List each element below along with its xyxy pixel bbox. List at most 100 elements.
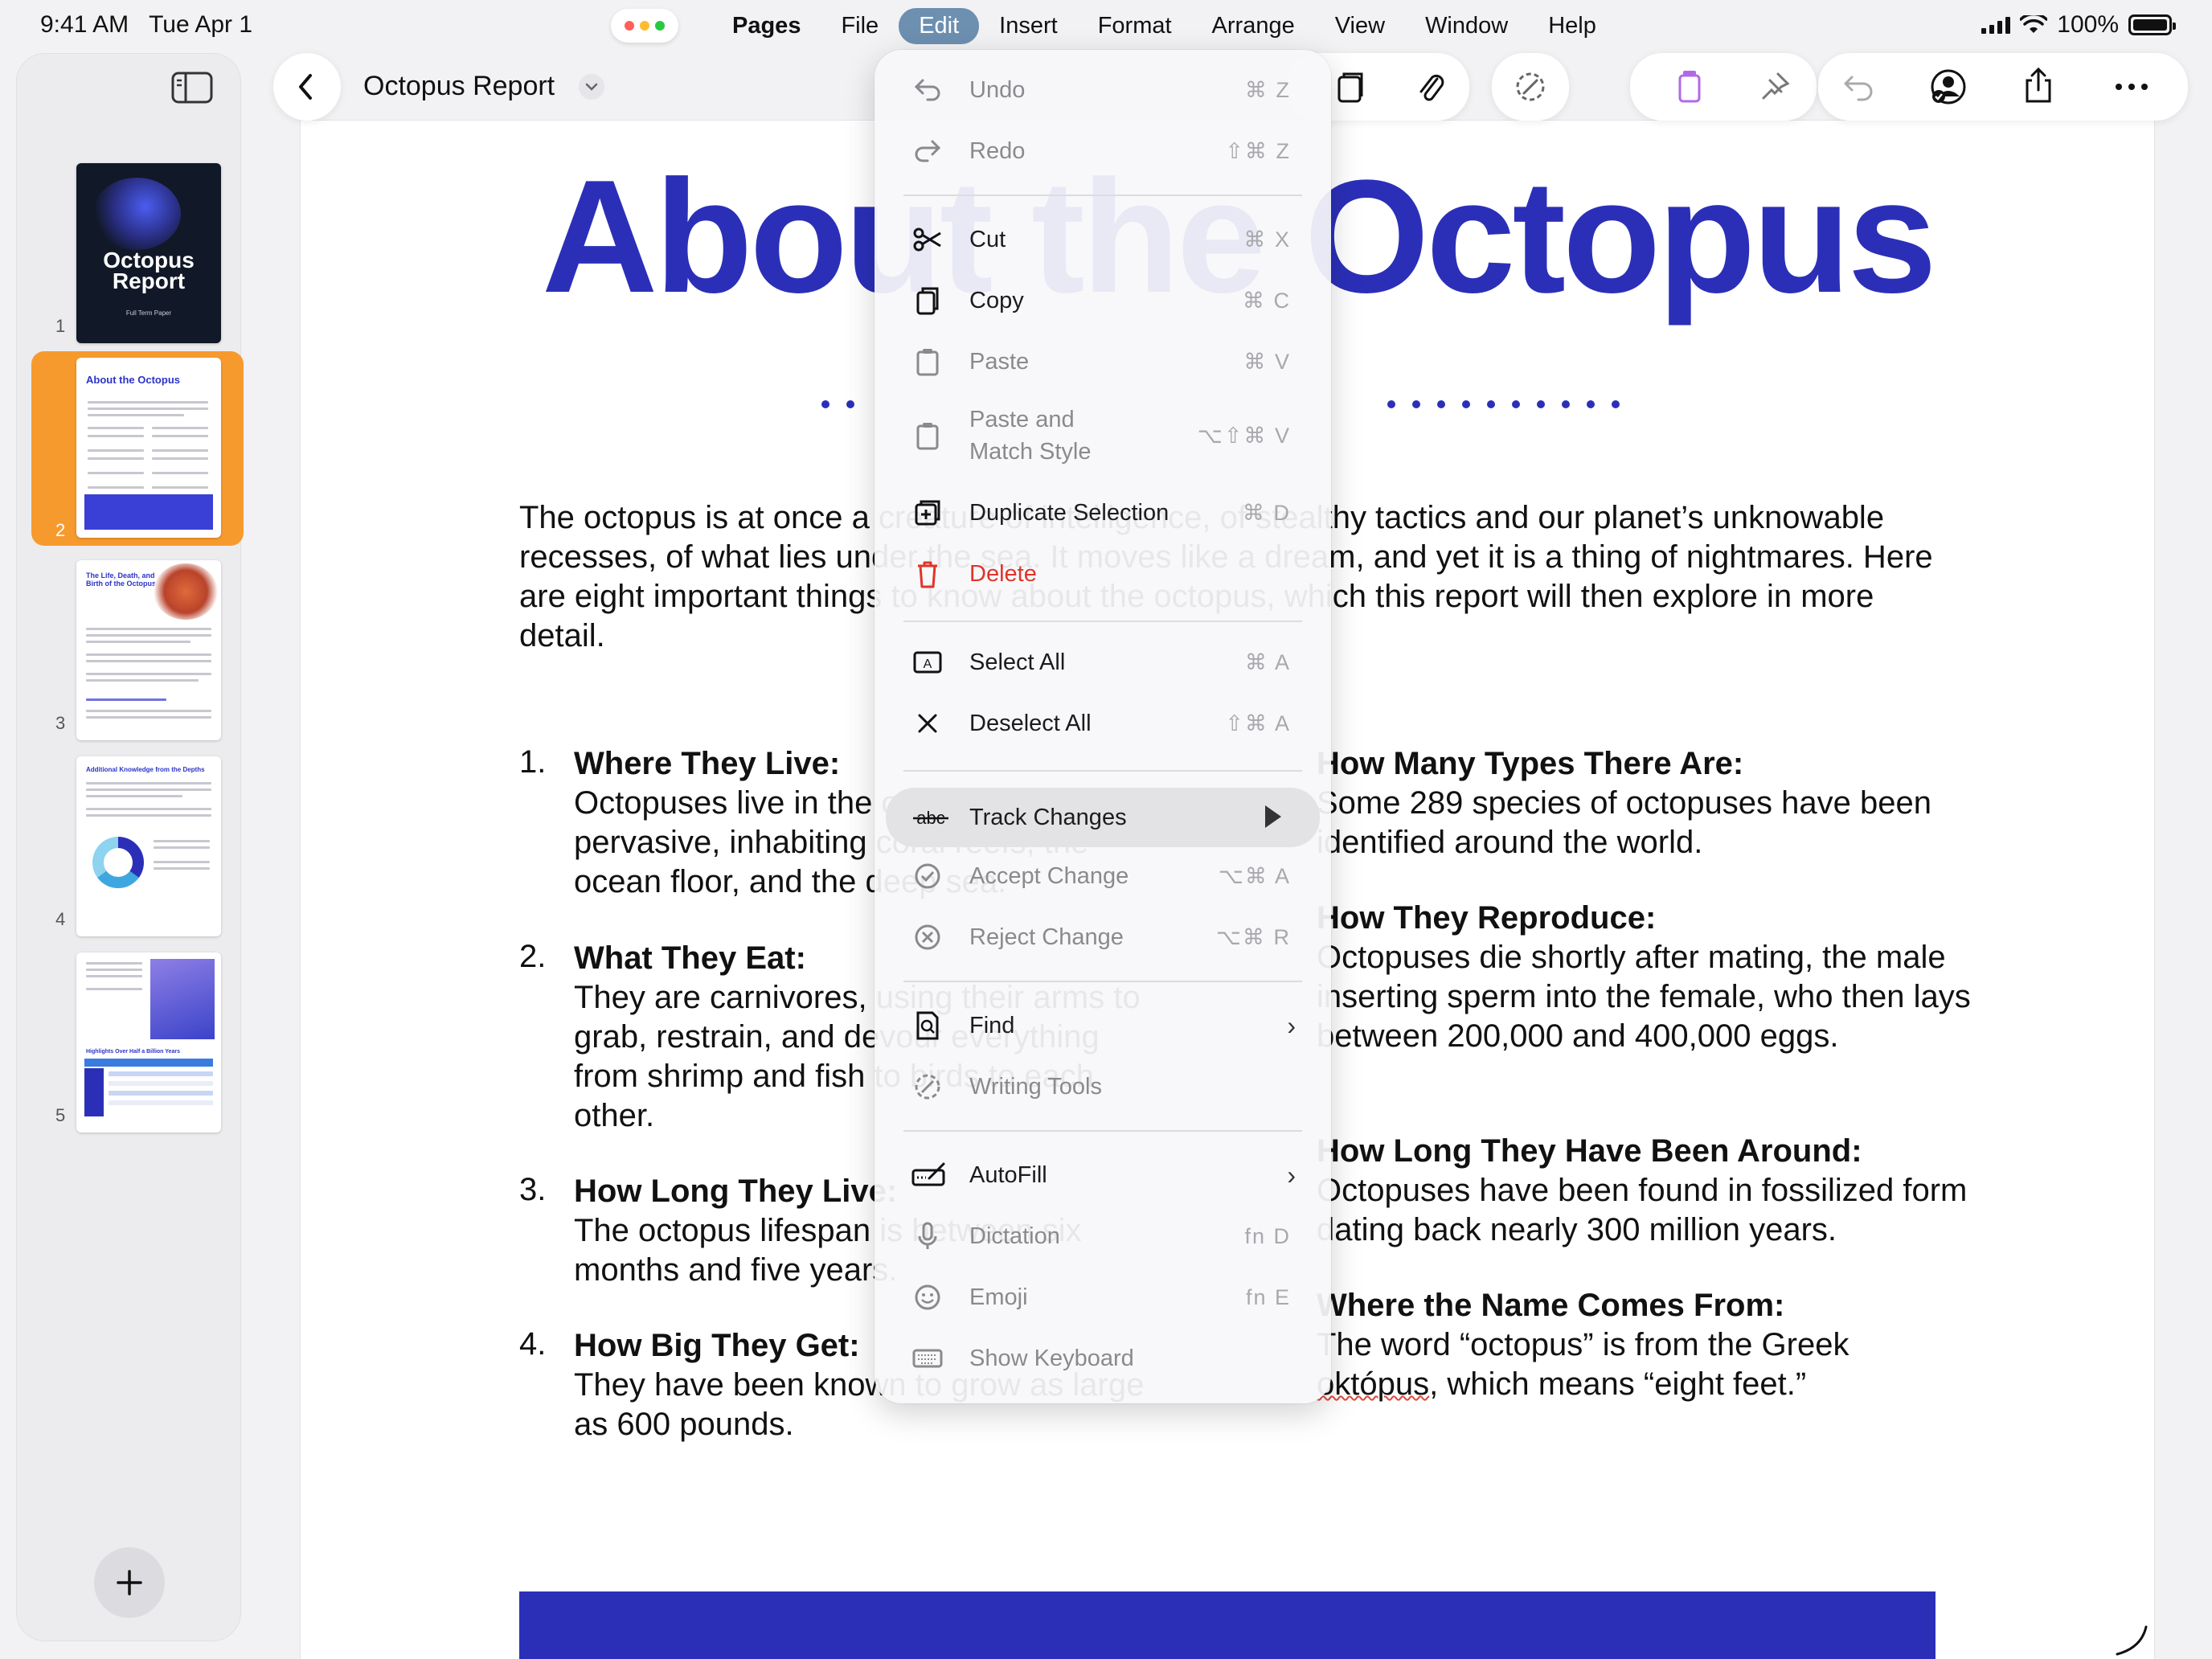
menu-item-cut[interactable]: Cut ⌘ X: [886, 212, 1320, 267]
svg-text:A: A: [924, 657, 932, 671]
list-item-name-origin[interactable]: Where the Name Comes From: The word “octo…: [1317, 1286, 1976, 1404]
page-thumbnail-1[interactable]: Octopus Report Full Term Paper 1: [17, 157, 242, 343]
menu-item-find[interactable]: Find ›: [886, 998, 1320, 1053]
octopus-illustration-icon: [150, 959, 215, 1039]
share-icon: [2026, 67, 2051, 103]
menu-item-paste[interactable]: Paste ⌘ V: [886, 334, 1320, 389]
menu-item-duplicate-selection[interactable]: Duplicate Selection ⌘ D: [886, 485, 1320, 540]
x-circle-icon: [915, 924, 940, 950]
close-dot-icon[interactable]: [625, 21, 634, 31]
copy-icon: [916, 287, 939, 315]
copy-shape-icon: [1337, 72, 1363, 103]
menu-item-autofill[interactable]: AutoFill ›: [886, 1148, 1320, 1202]
format-toolbar-group: [1630, 53, 1817, 121]
menu-item-show-keyboard[interactable]: Show Keyboard: [886, 1331, 1320, 1386]
menu-item-delete[interactable]: Delete: [886, 547, 1320, 601]
zoom-dot-icon[interactable]: [655, 21, 665, 31]
menu-insert[interactable]: Insert: [979, 8, 1078, 44]
list-number: 2.: [519, 939, 547, 974]
page-thumbnail-5[interactable]: Highlights Over Half a Billion Years 5: [17, 946, 242, 1133]
menu-item-deselect-all[interactable]: Deselect All ⇧⌘ A: [886, 696, 1320, 751]
writing-tools-button[interactable]: [1492, 53, 1569, 121]
list-number: 4.: [519, 1326, 547, 1362]
list-item-how-many-types[interactable]: How Many Types There Are: Some 289 specie…: [1317, 744, 1976, 862]
media-button[interactable]: [1326, 63, 1374, 111]
pointer-cursor-icon: [1265, 805, 1281, 828]
page-thumbnail-4[interactable]: Additional Knowledge from the Depths 4: [17, 750, 242, 936]
chevron-right-icon: ›: [1287, 1010, 1296, 1040]
page-number: 2: [55, 520, 66, 540]
menu-pages[interactable]: Pages: [712, 8, 821, 44]
menu-item-dictation[interactable]: Dictation fn D: [886, 1209, 1320, 1264]
menu-edit[interactable]: Edit: [899, 7, 980, 44]
pin-button[interactable]: [1751, 63, 1799, 111]
title-menu-button[interactable]: [579, 74, 604, 100]
clipboard-icon: [916, 349, 939, 376]
page-3-thumbnail-image: The Life, Death, and Birth of the Octopu…: [76, 560, 221, 740]
back-button[interactable]: [273, 53, 341, 121]
window-controls[interactable]: [611, 9, 678, 43]
minimize-dot-icon[interactable]: [640, 21, 649, 31]
page-number: 5: [55, 1105, 66, 1125]
menu-item-undo[interactable]: Undo ⌘ Z: [886, 63, 1320, 117]
cellular-signal-icon: [1981, 16, 2011, 34]
menu-item-copy[interactable]: Copy ⌘ C: [886, 273, 1320, 328]
collaborate-button[interactable]: [1924, 63, 1972, 111]
thumbnail-title: Additional Knowledge from the Depths: [86, 766, 205, 773]
strikethrough-abc-icon: abc: [913, 808, 948, 828]
scissors-icon: [913, 227, 941, 252]
sidebar-toggle-icon[interactable]: [170, 70, 215, 105]
menu-help[interactable]: Help: [1528, 8, 1616, 44]
menu-file[interactable]: File: [821, 8, 899, 44]
attachment-button[interactable]: [1407, 63, 1455, 111]
menu-separator: [903, 195, 1302, 196]
menu-item-writing-tools[interactable]: Writing Tools: [886, 1059, 1320, 1114]
paperclip-icon: [1419, 74, 1444, 101]
spellcheck-word[interactable]: októpus: [1317, 1366, 1429, 1402]
format-button[interactable]: [1665, 63, 1714, 111]
document-title[interactable]: Octopus Report: [363, 71, 555, 102]
octopus-cover-image: [92, 178, 181, 250]
menu-arrange[interactable]: Arrange: [1192, 8, 1315, 44]
battery-icon: [2128, 14, 2176, 35]
page-thumbnails-sidebar: Octopus Report Full Term Paper 1 About t…: [16, 53, 244, 1641]
menu-window[interactable]: Window: [1405, 8, 1528, 44]
undo-icon: [914, 79, 940, 101]
duplicate-icon: [915, 500, 940, 526]
redo-icon: [915, 140, 941, 162]
chevron-right-icon: ›: [1287, 1160, 1296, 1190]
find-document-icon: [916, 1011, 939, 1040]
menu-item-accept-change[interactable]: Accept Change ⌥⌘ A: [886, 849, 1320, 903]
page-number: 1: [55, 316, 66, 336]
keyboard-icon: [912, 1349, 943, 1368]
menu-item-redo[interactable]: Redo ⇧⌘ Z: [886, 124, 1320, 178]
cover-thumbnail: Octopus Report Full Term Paper: [76, 163, 221, 343]
menu-item-track-changes[interactable]: abc Track Changes: [886, 788, 1320, 847]
writing-tools-icon: [1516, 72, 1545, 101]
clipboard-style-icon: [916, 423, 939, 450]
document-toolbar-group: [1818, 53, 2188, 121]
menu-format[interactable]: Format: [1078, 8, 1192, 44]
menu-view[interactable]: View: [1315, 8, 1405, 44]
list-item-how-they-reproduce[interactable]: How They Reproduce: Octopuses die shortly…: [1317, 899, 1976, 1056]
page-4-thumbnail-image: Additional Knowledge from the Depths: [76, 756, 221, 936]
page-thumbnail-2[interactable]: About the Octopus 2: [31, 351, 244, 546]
more-button[interactable]: [2108, 63, 2156, 111]
menu-item-reject-change[interactable]: Reject Change ⌥⌘ R: [886, 910, 1320, 965]
cover-title: Octopus Report: [103, 248, 195, 293]
trash-icon: [918, 561, 937, 588]
share-button[interactable]: [2014, 61, 2062, 109]
undo-button[interactable]: [1834, 63, 1882, 111]
add-page-button[interactable]: [94, 1547, 165, 1618]
menu-separator: [903, 1130, 1302, 1132]
menu-separator: [903, 770, 1302, 772]
list-item-how-long-around[interactable]: How Long They Have Been Around: Octopuses…: [1317, 1132, 1976, 1250]
page-thumbnail-3[interactable]: The Life, Death, and Birth of the Octopu…: [17, 554, 242, 740]
x-mark-icon: [918, 714, 937, 733]
writing-tools-icon: [915, 1074, 940, 1100]
list-number: 1.: [519, 744, 547, 780]
menu-item-emoji[interactable]: Emoji fn E: [886, 1270, 1320, 1325]
menu-item-paste-match-style[interactable]: Paste and Match Style ⌥⇧⌘ V: [886, 394, 1320, 477]
page-number: 3: [55, 713, 66, 733]
menu-item-select-all[interactable]: A Select All ⌘ A: [886, 635, 1320, 690]
